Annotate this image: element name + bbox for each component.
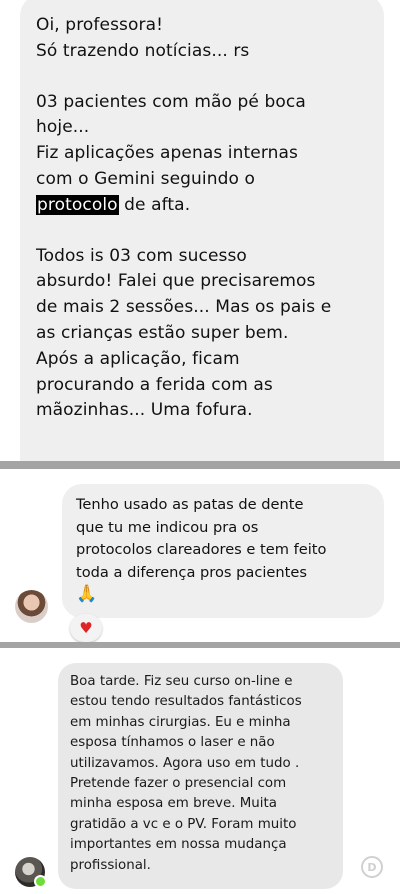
- message-line: Só trazendo notícias... rs: [36, 40, 250, 61]
- chat-panel-3: Boa tarde. Fiz seu curso on-line e estou…: [0, 648, 400, 894]
- message-line: de mais 2 sessões... Mas os pais e: [36, 297, 332, 318]
- message-line: Pretende fazer o presencial com: [70, 776, 287, 792]
- message-line: em minhas cirurgias. Eu e minha: [70, 714, 291, 730]
- message-line: minha esposa em breve. Muita: [70, 796, 277, 812]
- chat-panel-1: Oi, professora! Só trazendo notícias... …: [0, 0, 400, 463]
- message-line: Após a aplicação, ficam: [36, 348, 240, 369]
- panel-divider: [0, 461, 400, 469]
- paragraph-2: 03 pacientes com mão pé boca hoje... Fiz…: [36, 90, 368, 219]
- message-line: profissional.: [70, 857, 151, 873]
- message-line: protocolos clareadores e tem feito: [76, 541, 327, 559]
- message-line: que tu me indicou pra os: [76, 518, 259, 536]
- message-line: protocolo de afta.: [36, 193, 368, 219]
- praying-hands-icon: 🙏: [76, 584, 98, 605]
- message-line: Oi, professora!: [36, 15, 163, 35]
- message-bubble-2: Tenho usado as patas de dente que tu me …: [62, 484, 384, 618]
- message-line: mãozinhas... Uma fofura.: [36, 400, 253, 421]
- message-line: estou tendo resultados fantásticos: [70, 694, 302, 710]
- paragraph-1: Oi, professora! Só trazendo notícias... …: [36, 13, 368, 65]
- heart-reaction-icon[interactable]: ♥: [70, 614, 102, 642]
- message-line: esposa tínhamos o laser e não: [70, 735, 275, 751]
- message-line: Fiz aplicações apenas internas: [36, 143, 298, 164]
- line-tail: de afta.: [118, 194, 191, 215]
- message-line: com o Gemini seguindo o: [36, 168, 256, 189]
- chat-panel-2: Tenho usado as patas de dente que tu me …: [0, 469, 400, 642]
- message-line: as crianças estão super bem.: [36, 322, 289, 343]
- message-line: importantes em nossa mudança: [70, 837, 287, 853]
- woman-avatar-icon[interactable]: [15, 590, 48, 623]
- message-bubble-3: Boa tarde. Fiz seu curso on-line e estou…: [58, 663, 343, 889]
- man-avatar-icon[interactable]: [15, 857, 47, 888]
- message-line: toda a diferença pros pacientes: [76, 563, 307, 581]
- message-line: absurdo! Falei que precisaremos: [36, 271, 316, 292]
- watermark-logo-icon: D: [361, 856, 383, 878]
- online-status-icon: [34, 875, 47, 888]
- highlighted-word: protocolo: [36, 194, 119, 215]
- message-line: Todos is 03 com sucesso: [36, 245, 247, 266]
- message-line: 03 pacientes com mão pé boca: [36, 91, 306, 112]
- message-line: utilizavamos. Agora uso em tudo .: [70, 755, 300, 771]
- message-line: gratidão a vc e o PV. Foram muito: [70, 816, 297, 832]
- message-line: procurando a ferida com as: [36, 374, 273, 395]
- message-bubble-1: Oi, professora! Só trazendo notícias... …: [20, 0, 384, 463]
- paragraph-3: Todos is 03 com sucesso absurdo! Falei q…: [36, 244, 368, 425]
- message-line: Boa tarde. Fiz seu curso on-line e: [70, 674, 293, 689]
- message-line: hoje...: [36, 117, 90, 138]
- message-line: Tenho usado as patas de dente: [76, 496, 304, 513]
